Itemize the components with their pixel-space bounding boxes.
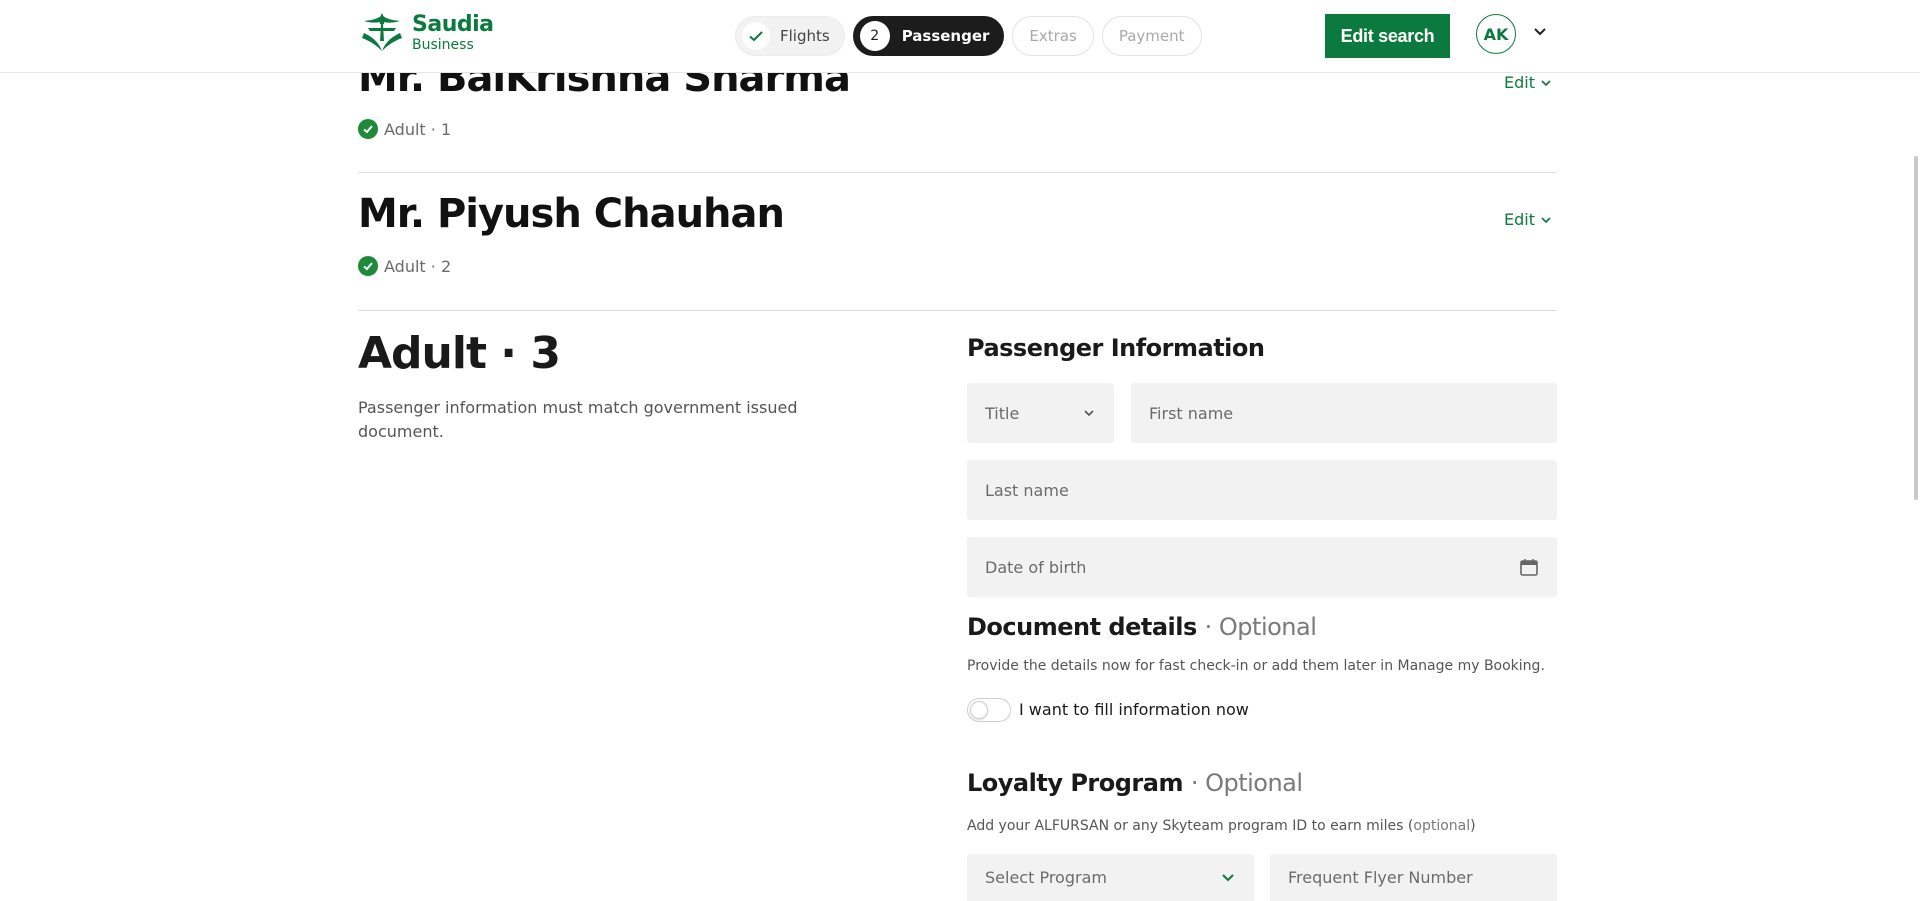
loyalty-help-optional: optional: [1413, 818, 1471, 834]
check-circle-icon: [358, 119, 378, 139]
ffn-placeholder: Frequent Flyer Number: [1288, 868, 1473, 887]
document-details-title: Document details: [967, 613, 1197, 641]
check-circle-icon: [358, 256, 378, 276]
passenger-index: · 2: [430, 256, 452, 276]
first-name-placeholder: First name: [1149, 403, 1234, 423]
chevron-down-icon: [1541, 79, 1551, 86]
top-header: Saudia Business Flights 2 Passenger Extr…: [0, 0, 1920, 73]
chevron-down-icon: [1541, 216, 1551, 223]
select-program-placeholder: Select Program: [985, 868, 1107, 887]
loyalty-program-heading: Loyalty Program · Optional: [967, 769, 1303, 797]
date-of-birth-field[interactable]: Date of birth: [967, 537, 1557, 597]
edit-search-button[interactable]: Edit search: [1325, 14, 1450, 58]
loyalty-program-help: Add your ALFURSAN or any Skyteam program…: [967, 818, 1476, 834]
booking-stepper: Flights 2 Passenger Extras Payment: [735, 16, 1202, 56]
loyalty-help-suffix: ): [1470, 818, 1476, 834]
calendar-icon[interactable]: [1519, 557, 1539, 577]
chevron-down-icon: [1222, 873, 1234, 881]
frequent-flyer-number-field[interactable]: Frequent Flyer Number: [1270, 854, 1557, 901]
document-details-help: Provide the details now for fast check-i…: [967, 658, 1545, 674]
edit-label: Edit: [1504, 210, 1535, 229]
optional-tag: · Optional: [1204, 613, 1317, 641]
step-payment-label: Payment: [1118, 27, 1185, 45]
current-passenger-title: Adult · 3: [358, 328, 561, 379]
avatar[interactable]: AK: [1476, 14, 1516, 54]
last-name-placeholder: Last name: [985, 480, 1069, 500]
passenger-form: Passenger Information Title First name L…: [967, 330, 1557, 901]
passenger-meta: Adult · 1: [358, 119, 451, 139]
fill-info-toggle-label: I want to fill information now: [1019, 700, 1249, 719]
edit-label: Edit: [1504, 73, 1535, 92]
passenger-name: Mr. Piyush Chauhan: [358, 191, 785, 237]
step-payment: Payment: [1101, 16, 1202, 56]
saudia-business-logo[interactable]: Saudia Business: [358, 11, 498, 55]
passenger-index: · 1: [430, 119, 452, 139]
dob-placeholder: Date of birth: [985, 557, 1087, 577]
last-name-field[interactable]: Last name: [967, 460, 1557, 520]
loyalty-program-title: Loyalty Program: [967, 769, 1183, 797]
step-flights-label: Flights: [780, 27, 830, 45]
page-scrollbar[interactable]: [1914, 156, 1918, 500]
step-extras-label: Extras: [1029, 27, 1077, 45]
edit-passenger-1-link[interactable]: Edit: [1504, 73, 1553, 92]
title-select[interactable]: Title: [967, 383, 1114, 443]
passenger-information-heading: Passenger Information: [967, 334, 1265, 362]
passenger-meta: Adult · 2: [358, 256, 451, 276]
optional-tag: · Optional: [1190, 769, 1303, 797]
logo-brand: Saudia: [412, 12, 494, 37]
logo-sub: Business: [412, 37, 474, 53]
title-placeholder: Title: [985, 403, 1020, 423]
toggle-knob: [970, 701, 988, 719]
step-flights[interactable]: Flights: [735, 16, 845, 56]
chevron-down-icon: [1084, 410, 1094, 417]
chevron-down-icon[interactable]: [1532, 24, 1548, 40]
document-details-heading: Document details · Optional: [967, 613, 1317, 641]
select-program-dropdown[interactable]: Select Program: [967, 854, 1254, 901]
fill-info-toggle[interactable]: [967, 698, 1011, 722]
passenger-info-note: Passenger information must match governm…: [358, 398, 798, 441]
passenger-type: Adult: [384, 256, 426, 276]
step-passenger-label: Passenger: [901, 27, 990, 45]
passenger-row-2: Mr. Piyush Chauhan Adult · 2 Edit: [358, 173, 1557, 311]
step-extras: Extras: [1012, 16, 1094, 56]
edit-passenger-2-link[interactable]: Edit: [1504, 210, 1553, 229]
loyalty-help-prefix: Add your ALFURSAN or any Skyteam program…: [967, 818, 1414, 834]
check-icon: [742, 22, 770, 50]
step-number: 2: [859, 21, 890, 51]
palm-swords-logo-icon: [362, 13, 402, 51]
passenger-type: Adult: [384, 119, 426, 139]
step-passenger[interactable]: 2 Passenger: [852, 16, 1005, 56]
first-name-field[interactable]: First name: [1131, 383, 1557, 443]
